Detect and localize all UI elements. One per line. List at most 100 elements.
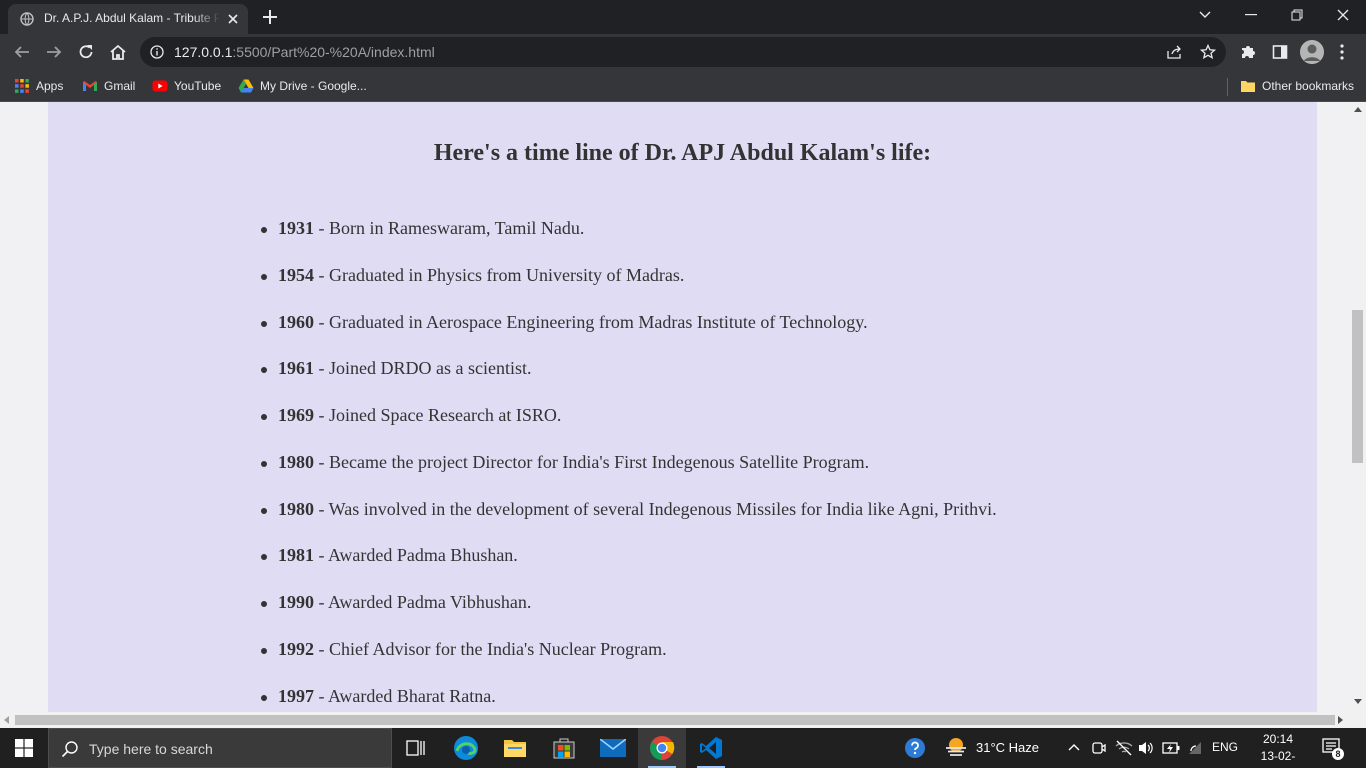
bookmarks-bar: Apps Gmail YouTube My Drive - Google... … <box>0 70 1366 102</box>
weather-haze-icon[interactable] <box>944 736 968 758</box>
restore-button[interactable] <box>1274 0 1320 30</box>
timeline-item: 1990 - Awarded Padma Vibhushan. <box>261 592 997 639</box>
close-window-button[interactable] <box>1320 0 1366 30</box>
timeline-item: 1997 - Awarded Bharat Ratna. <box>261 685 997 713</box>
vscode-icon <box>700 737 722 759</box>
tab-title: Dr. A.P.J. Abdul Kalam - Tribute Page <box>44 11 220 25</box>
language-indicator[interactable]: ENG <box>1212 740 1238 754</box>
info-icon[interactable] <box>150 45 164 59</box>
url-text[interactable]: 127.0.0.1:5500/Part%20-%20A/index.html <box>174 44 435 60</box>
timeline-year: 1961 <box>278 358 314 379</box>
extensions-button[interactable] <box>1236 40 1260 64</box>
vertical-scrollbar[interactable] <box>1350 102 1366 712</box>
store-bag-icon <box>553 738 575 759</box>
network-disconnected-icon[interactable] <box>1115 740 1133 756</box>
help-icon[interactable] <box>904 737 926 759</box>
timeline-year: 1969 <box>278 405 314 425</box>
timeline-year: 1997 <box>278 685 314 706</box>
chevron-up-icon[interactable] <box>1068 743 1080 751</box>
star-icon[interactable] <box>1200 44 1216 60</box>
system-clock[interactable]: 20:14 13-02-2023 <box>1248 731 1308 768</box>
timeline-event: - Joined DRDO as a scientist. <box>314 358 532 379</box>
scroll-up-arrow-icon[interactable] <box>1354 107 1362 112</box>
windows-logo-icon <box>15 739 33 757</box>
folder-icon <box>504 740 526 757</box>
home-button[interactable] <box>106 40 130 64</box>
notification-center-button[interactable]: 8 <box>1322 738 1344 760</box>
bookmark-youtube[interactable]: YouTube <box>152 76 221 96</box>
bookmarks-separator <box>1227 78 1228 96</box>
new-tab-icon[interactable] <box>258 7 282 27</box>
taskbar-search-box[interactable]: Type here to search <box>48 728 392 768</box>
taskbar-microsoft-store[interactable] <box>540 728 588 768</box>
browser-toolbar: 127.0.0.1:5500/Part%20-%20A/index.html <box>0 34 1366 70</box>
taskbar-mail[interactable] <box>589 728 637 768</box>
browser-tab[interactable]: Dr. A.P.J. Abdul Kalam - Tribute Page <box>8 4 248 34</box>
other-bookmarks[interactable]: Other bookmarks <box>1240 76 1354 96</box>
weather-text[interactable]: 31°C Haze <box>976 740 1039 755</box>
scroll-down-arrow-icon[interactable] <box>1354 699 1362 704</box>
globe-icon <box>20 12 34 26</box>
forward-button[interactable] <box>42 40 66 64</box>
close-tab-icon[interactable] <box>224 10 242 28</box>
side-panel-icon <box>1272 45 1288 59</box>
bookmark-my-drive[interactable]: My Drive - Google... <box>238 76 367 96</box>
tab-strip: Dr. A.P.J. Abdul Kalam - Tribute Page <box>0 0 1366 34</box>
timeline-item: 1961 - Joined DRDO as a scientist. <box>261 358 997 405</box>
profile-avatar[interactable] <box>1300 40 1324 64</box>
taskbar-file-explorer[interactable] <box>491 728 539 768</box>
apps-grid-icon <box>15 79 29 93</box>
edge-browser-icon <box>454 736 478 760</box>
url-host: 127.0.0.1 <box>174 44 233 60</box>
horizontal-scrollbar-thumb[interactable] <box>15 715 1335 725</box>
timeline-item: 1969 - Joined Space Research at ISRO. <box>261 405 997 452</box>
menu-button[interactable] <box>1330 40 1354 64</box>
timeline-item: 1981 - Awarded Padma Bhushan. <box>261 545 997 592</box>
scroll-left-arrow-icon[interactable] <box>4 716 9 724</box>
timeline-item: 1992 - Chief Advisor for the India's Nuc… <box>261 638 997 686</box>
volume-icon[interactable] <box>1138 740 1154 756</box>
task-view-button[interactable] <box>392 728 440 768</box>
youtube-icon <box>152 80 168 92</box>
taskbar-vscode[interactable] <box>687 728 735 768</box>
clock-time: 20:14 <box>1262 732 1294 746</box>
forward-arrow-icon <box>47 46 62 58</box>
back-button[interactable] <box>10 40 34 64</box>
page-viewport: Here's a time line of Dr. APJ Abdul Kala… <box>0 102 1366 728</box>
other-bookmarks-label: Other bookmarks <box>1262 79 1355 93</box>
battery-charging-icon[interactable] <box>1162 741 1180 755</box>
wifi-icon[interactable] <box>1188 741 1204 755</box>
close-icon <box>1337 9 1349 21</box>
gmail-icon <box>83 81 97 91</box>
bookmark-label: Apps <box>36 79 64 93</box>
search-placeholder: Type here to search <box>89 741 213 757</box>
tab-search-button[interactable] <box>1182 0 1228 30</box>
bookmark-gmail[interactable]: Gmail <box>82 76 135 96</box>
start-button[interactable] <box>0 728 48 768</box>
timeline-event: - Graduated in Aerospace Engineering fro… <box>314 311 868 332</box>
timeline-heading: Here's a time line of Dr. APJ Abdul Kala… <box>433 140 932 166</box>
timeline-list: 1931 - Born in Rameswaram, Tamil Nadu. 1… <box>261 218 997 713</box>
scroll-right-arrow-icon[interactable] <box>1338 716 1343 724</box>
horizontal-scrollbar[interactable] <box>0 712 1366 728</box>
taskbar-edge[interactable] <box>442 728 490 768</box>
timeline-event: - Awarded Padma Bhushan. <box>314 545 518 566</box>
share-icon[interactable] <box>1167 45 1183 59</box>
timeline-item: 1954 - Graduated in Physics from Univers… <box>261 264 997 312</box>
bookmark-label: Gmail <box>104 79 136 93</box>
timeline-year: 1931 <box>278 218 314 238</box>
timeline-event: - Became the project Director for India'… <box>314 451 870 472</box>
taskbar-chrome[interactable] <box>638 728 686 768</box>
side-panel-button[interactable] <box>1268 40 1292 64</box>
timeline-event: - Born in Rameswaram, Tamil Nadu. <box>314 218 585 238</box>
timeline-event: - Joined Space Research at ISRO. <box>314 405 562 425</box>
meet-now-icon[interactable] <box>1092 740 1106 756</box>
address-bar[interactable]: 127.0.0.1:5500/Part%20-%20A/index.html <box>140 37 1226 67</box>
reload-button[interactable] <box>74 40 98 64</box>
timeline-event: - Was involved in the development of sev… <box>314 498 997 519</box>
timeline-year: 1992 <box>278 638 314 659</box>
minimize-button[interactable] <box>1228 0 1274 30</box>
vertical-scrollbar-thumb[interactable] <box>1352 310 1363 463</box>
bookmark-apps[interactable]: Apps <box>14 76 63 96</box>
timeline-year: 1954 <box>278 264 314 285</box>
